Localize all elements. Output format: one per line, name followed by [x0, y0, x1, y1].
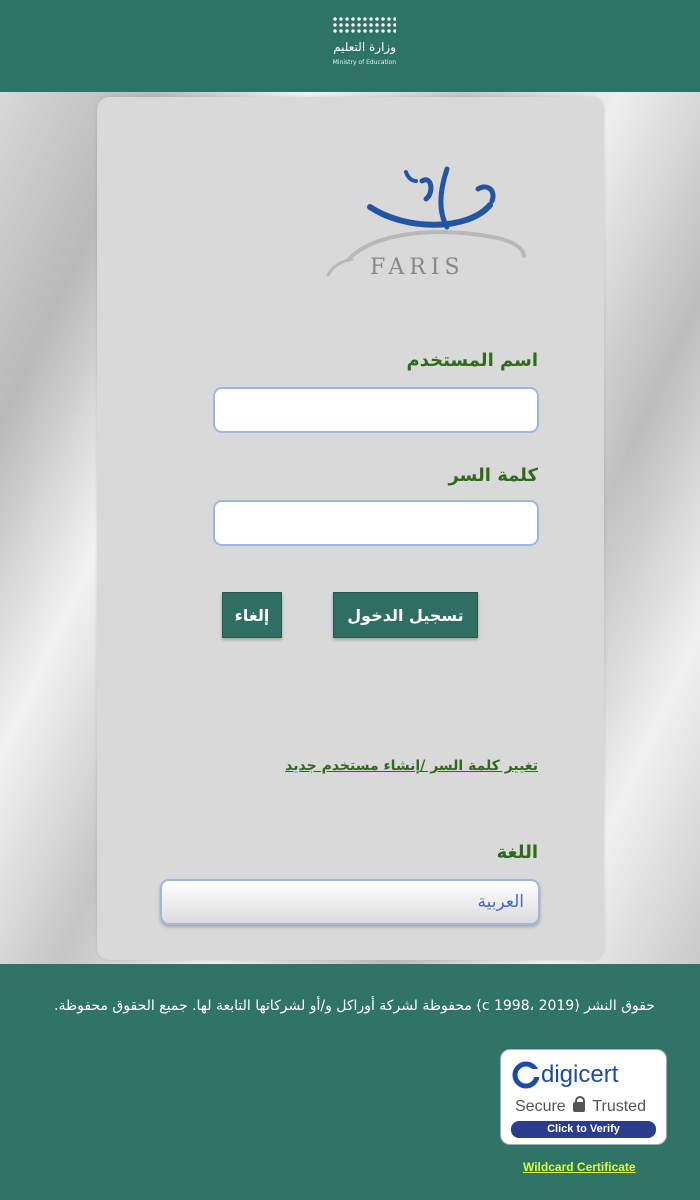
header-bar: وزارة التعليم Ministry of Education — [0, 0, 700, 92]
ministry-name-ar: وزارة التعليم — [333, 40, 396, 54]
digicert-brand: digicert — [541, 1061, 619, 1088]
click-to-verify-button[interactable]: Click to Verify — [511, 1121, 656, 1138]
copyright-text: حقوق النشر (c 1998، 2019) محفوظة لشركة أ… — [54, 998, 655, 1014]
password-input[interactable] — [213, 500, 539, 546]
digicert-trusted: Trusted — [592, 1098, 646, 1115]
cancel-button[interactable]: إلغاء — [222, 592, 282, 638]
ministry-logo: وزارة التعليم Ministry of Education — [300, 12, 400, 72]
digicert-secure-trusted: Secure Trusted — [515, 1096, 646, 1116]
username-input[interactable] — [213, 387, 539, 433]
wildcard-certificate-link[interactable]: Wildcard Certificate — [523, 1160, 636, 1174]
digicert-seal[interactable]: digicert Secure Trusted Click to Verify — [500, 1049, 667, 1145]
faris-wordmark: FARIS — [370, 255, 465, 280]
change-password-link[interactable]: تغيير كلمة السر /إنشاء مستخدم جديد — [285, 758, 538, 774]
login-button[interactable]: تسجيل الدخول — [333, 592, 478, 638]
digicert-secure: Secure — [515, 1098, 566, 1115]
digicert-top: digicert — [511, 1060, 661, 1090]
digicert-icon — [512, 1061, 541, 1089]
ministry-logo-icon — [332, 16, 396, 34]
ministry-name-en: Ministry of Education — [332, 59, 396, 66]
password-label: كلمة السر — [448, 465, 538, 486]
language-select[interactable]: العربية — [160, 879, 540, 925]
language-label: اللغة — [496, 842, 538, 863]
lock-icon — [573, 1096, 586, 1112]
username-label: اسم المستخدم — [406, 350, 538, 371]
